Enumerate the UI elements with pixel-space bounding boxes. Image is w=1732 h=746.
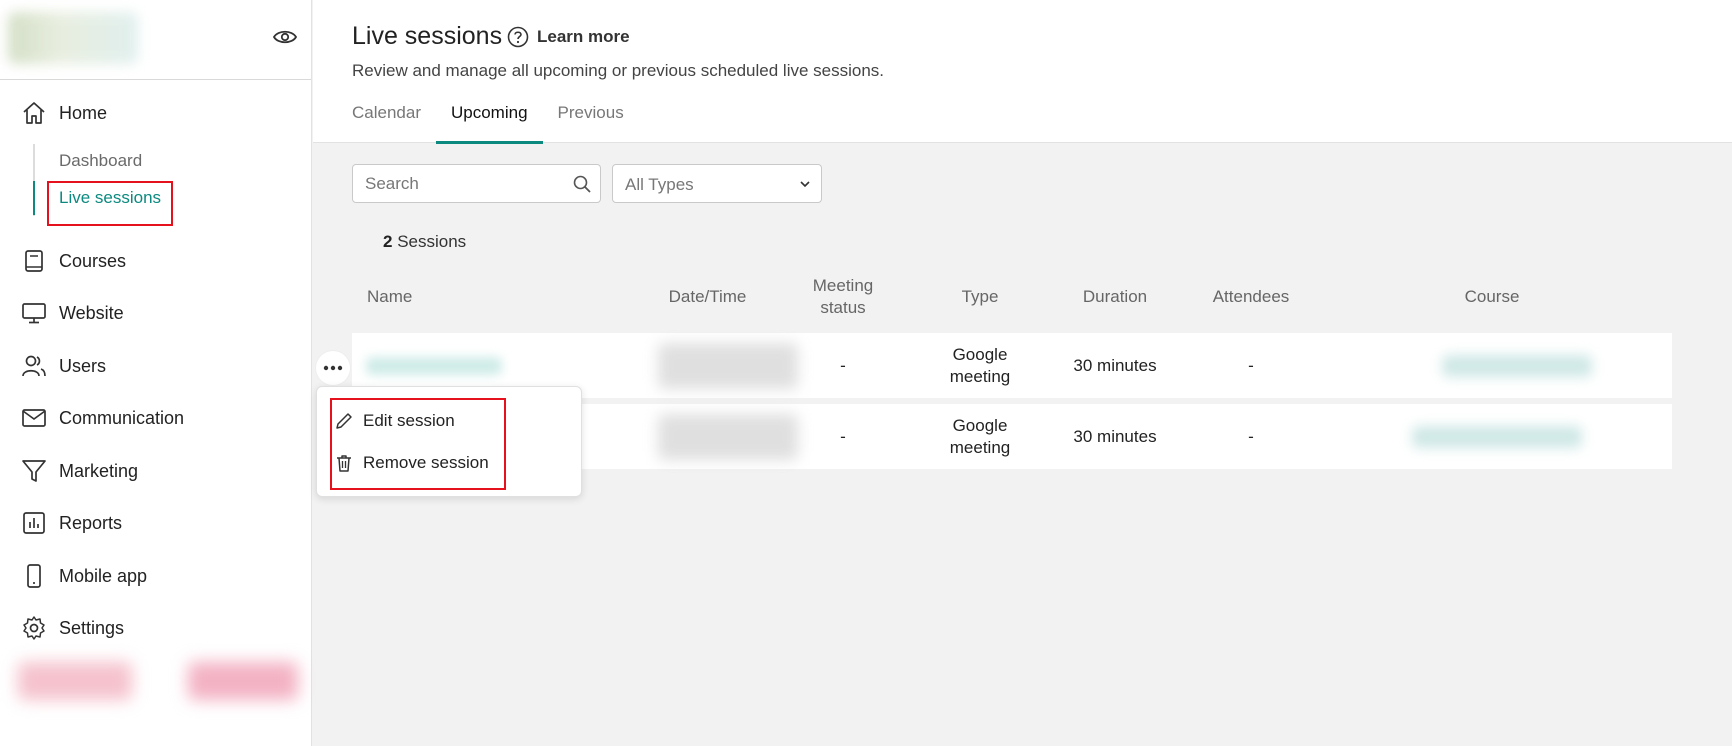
search-icon[interactable] (572, 174, 592, 194)
highlight-box-live-sessions (47, 181, 173, 226)
highlight-box-menu-actions (330, 398, 506, 490)
sidebar-item-label: Reports (59, 512, 123, 533)
subnav-active-indicator (33, 181, 35, 215)
meeting-status-cell: - (840, 356, 846, 375)
course-link[interactable] (1412, 426, 1582, 448)
sidebar-item-label: Courses (59, 250, 127, 271)
sidebar-item-website[interactable]: Website (20, 298, 124, 328)
course-link[interactable] (1442, 355, 1592, 377)
column-header-type[interactable]: Type (930, 286, 1030, 308)
column-header-duration[interactable]: Duration (1060, 286, 1170, 308)
brand-logo[interactable] (8, 12, 138, 64)
session-count: 2 Sessions (383, 232, 466, 252)
session-name-link[interactable] (366, 357, 502, 375)
help-circle-icon (507, 26, 529, 48)
ellipsis-icon (323, 365, 343, 371)
learn-more-label: Learn more (537, 27, 630, 46)
phone-icon (20, 562, 48, 590)
sidebar-item-label: Home (59, 102, 108, 123)
tab-calendar[interactable]: Calendar (352, 103, 421, 143)
column-header-meeting-status[interactable]: Meeting status (800, 275, 886, 319)
home-icon (20, 99, 48, 127)
bar-chart-icon (20, 509, 48, 537)
sidebar-item-label: Users (59, 355, 107, 376)
search-input[interactable] (365, 165, 565, 202)
sidebar-item-label: Marketing (59, 460, 139, 481)
gear-icon (20, 614, 48, 642)
sidebar-subitem-dashboard[interactable]: Dashboard (59, 151, 142, 171)
sidebar-item-communication[interactable]: Communication (20, 403, 184, 433)
mail-icon (20, 404, 48, 432)
sidebar-item-marketing[interactable]: Marketing (20, 456, 138, 486)
learn-more-link[interactable]: Learn more (507, 26, 630, 48)
sidebar-item-label: Website (59, 302, 124, 323)
meeting-status-cell: - (840, 427, 846, 446)
page-subtitle: Review and manage all upcoming or previo… (352, 61, 885, 80)
attendees-cell: - (1248, 356, 1254, 375)
footer-blurred-element[interactable] (18, 662, 132, 700)
search-box (352, 164, 601, 203)
tab-upcoming[interactable]: Upcoming (436, 103, 543, 144)
funnel-icon (20, 457, 48, 485)
sidebar-item-users[interactable]: Users (20, 351, 106, 381)
page-title: Live sessions (352, 22, 503, 50)
footer-blurred-button[interactable] (188, 662, 298, 700)
sidebar-item-home[interactable]: Home (20, 98, 107, 128)
eye-icon[interactable] (272, 26, 298, 48)
sidebar-item-label: Mobile app (59, 565, 148, 586)
sidebar-item-settings[interactable]: Settings (20, 613, 124, 643)
type-cell: Google meeting (949, 416, 1011, 457)
tab-bar: Calendar Upcoming Previous (352, 103, 654, 144)
sidebar: Home Dashboard Live sessions Courses Web… (0, 0, 312, 746)
sidebar-item-mobile-app[interactable]: Mobile app (20, 561, 147, 591)
type-filter-select[interactable]: All Types (612, 164, 822, 203)
attendees-cell: - (1248, 427, 1254, 446)
sidebar-item-reports[interactable]: Reports (20, 508, 122, 538)
sidebar-divider (0, 79, 311, 80)
session-date-time (658, 343, 798, 389)
chevron-down-icon (800, 181, 810, 188)
monitor-icon (20, 299, 48, 327)
duration-cell: 30 minutes (1073, 427, 1157, 446)
duration-cell: 30 minutes (1073, 356, 1157, 375)
type-filter-value: All Types (625, 175, 694, 194)
tab-previous[interactable]: Previous (558, 103, 624, 143)
column-header-date-time[interactable]: Date/Time (640, 286, 775, 308)
sidebar-item-label: Communication (59, 407, 185, 428)
column-header-name[interactable]: Name (367, 286, 412, 308)
page-header: Live sessions Learn more Review and mana… (313, 0, 1732, 144)
session-count-label: Sessions (397, 232, 467, 251)
book-icon (20, 247, 48, 275)
type-cell: Google meeting (949, 345, 1011, 386)
session-date-time (658, 414, 798, 460)
sidebar-item-label: Settings (59, 617, 125, 638)
users-icon (20, 352, 48, 380)
session-count-number: 2 (383, 232, 393, 251)
column-header-course[interactable]: Course (1412, 286, 1572, 308)
column-header-attendees[interactable]: Attendees (1195, 286, 1307, 308)
sidebar-item-courses[interactable]: Courses (20, 246, 126, 276)
more-actions-button[interactable] (316, 351, 350, 385)
